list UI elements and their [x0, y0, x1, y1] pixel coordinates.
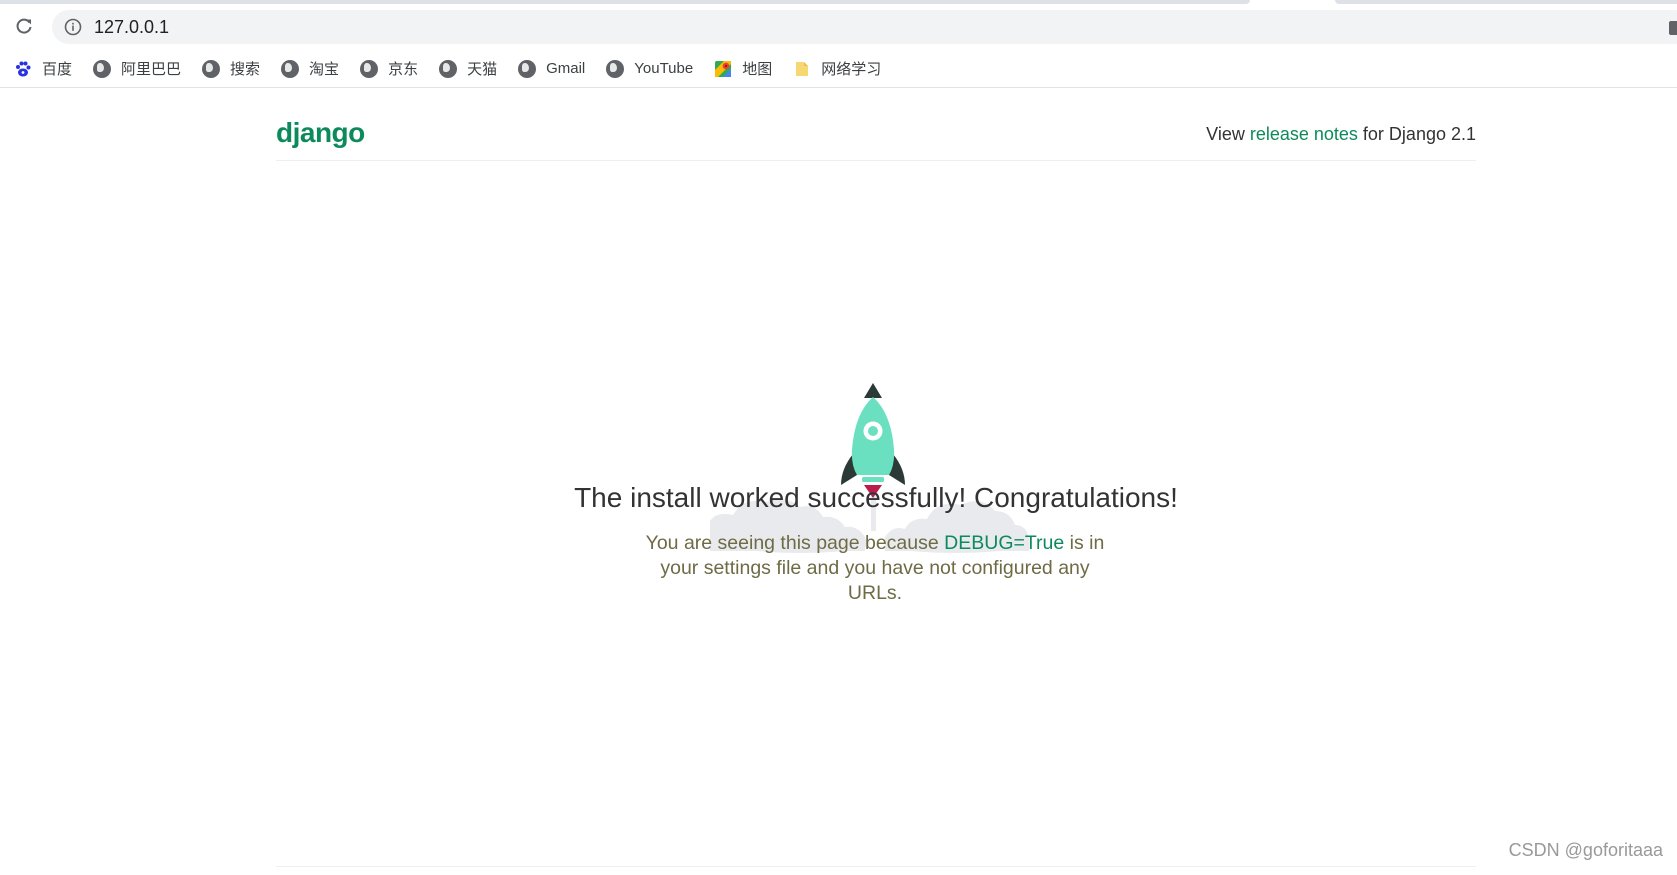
reload-icon [16, 18, 32, 34]
debug-explanation: You are seeing this page because DEBUG=T… [640, 531, 1110, 606]
bookmark-label: 京东 [388, 61, 419, 78]
rocket-icon [841, 383, 905, 498]
tab-inactive-edge[interactable] [1335, 0, 1677, 4]
bookmark-label: 搜索 [230, 61, 261, 78]
bookmark-maps[interactable]: 地图 [714, 55, 772, 83]
globe-icon [518, 59, 537, 78]
explanation-prefix: You are seeing this page because [645, 532, 945, 554]
url-text[interactable]: 127.0.0.1 [94, 17, 169, 38]
globe-icon [360, 59, 379, 78]
maps-icon [715, 60, 732, 77]
release-suffix: for Django 2.1 [1357, 124, 1476, 144]
release-prefix: View [1206, 124, 1250, 144]
bookmark-label: Gmail [546, 60, 586, 77]
django-welcome-page: django View release notes for Django 2.1 [0, 89, 1677, 875]
page-header: django View release notes for Django 2.1 [276, 89, 1476, 161]
folder-icon [796, 61, 809, 76]
extension-icon[interactable] [1669, 21, 1677, 35]
bookmark-gmail[interactable]: Gmail [518, 55, 585, 83]
globe-icon [281, 59, 300, 78]
baidu-paw-icon [16, 61, 31, 76]
globe-icon [606, 59, 625, 78]
bookmark-tmall[interactable]: 天猫 [439, 55, 497, 83]
bookmark-label: 地图 [742, 61, 773, 78]
bookmark-taobao[interactable]: 淘宝 [281, 55, 339, 83]
bookmark-label: YouTube [634, 60, 694, 77]
footer-divider [276, 866, 1476, 867]
reload-button[interactable] [12, 14, 36, 38]
bookmark-label: 天猫 [467, 61, 498, 78]
bookmark-jd[interactable]: 京东 [360, 55, 418, 83]
bookmark-label: 阿里巴巴 [121, 61, 182, 78]
site-info-icon[interactable] [64, 18, 82, 36]
django-logo[interactable]: django [276, 117, 365, 149]
bookmarks-bar: 百度 阿里巴巴 搜索 淘宝 京东 天猫 Gmail YouTube 地图 网络学… [0, 50, 1677, 88]
globe-icon [93, 59, 112, 78]
bookmark-label: 百度 [42, 61, 73, 78]
debug-setting: DEBUG=True [944, 532, 1065, 554]
bookmark-folder-network-study[interactable]: 网络学习 [793, 55, 881, 83]
globe-icon [439, 59, 458, 78]
browser-toolbar: 127.0.0.1 [0, 6, 1677, 46]
release-notes-link[interactable]: release notes [1250, 124, 1358, 144]
bookmark-youtube[interactable]: YouTube [606, 55, 693, 83]
globe-icon [202, 59, 221, 78]
tab-active-edge[interactable] [0, 0, 1250, 4]
success-headline: The install worked successfully! Congrat… [574, 482, 1178, 513]
bookmark-baidu[interactable]: 百度 [14, 55, 72, 83]
release-notes-line: View release notes for Django 2.1 [1206, 124, 1476, 145]
bookmark-label: 网络学习 [821, 61, 882, 78]
bookmark-search[interactable]: 搜索 [202, 55, 260, 83]
address-bar[interactable]: 127.0.0.1 [52, 10, 1677, 44]
csdn-watermark: CSDN @goforitaaa [1508, 840, 1663, 860]
bookmark-label: 淘宝 [309, 61, 340, 78]
bookmark-alibaba[interactable]: 阿里巴巴 [93, 55, 181, 83]
